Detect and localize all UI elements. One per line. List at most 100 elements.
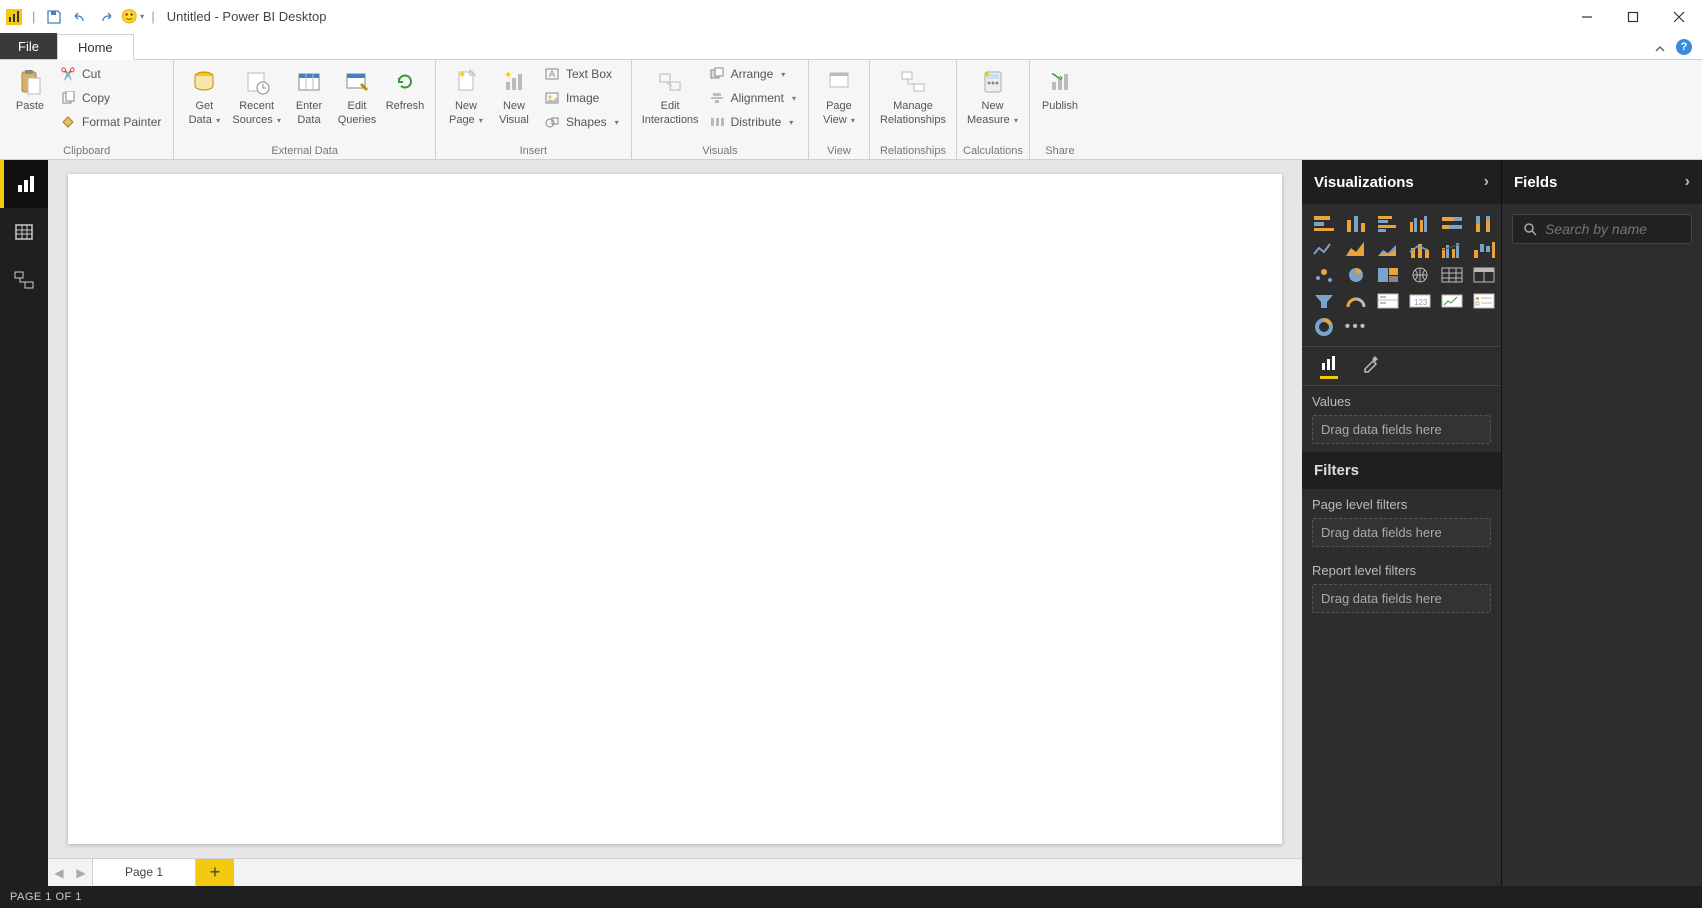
alignment-button[interactable]: Alignment▾ bbox=[703, 86, 802, 110]
ribbon-group-label: Visuals bbox=[638, 143, 802, 159]
viz-donut-icon[interactable] bbox=[1310, 316, 1338, 338]
cut-button[interactable]: ✂️Cut bbox=[54, 62, 167, 86]
paste-button[interactable]: Paste bbox=[6, 62, 54, 118]
model-view-button[interactable] bbox=[0, 256, 48, 304]
viz-gauge-icon[interactable] bbox=[1342, 290, 1370, 312]
maximize-button[interactable] bbox=[1610, 0, 1656, 34]
fields-search[interactable] bbox=[1512, 214, 1692, 244]
viz-slicer-icon[interactable] bbox=[1470, 290, 1498, 312]
redo-button[interactable] bbox=[95, 6, 117, 28]
viz-waterfall-icon[interactable] bbox=[1470, 238, 1498, 260]
viz-card-icon[interactable]: 123 bbox=[1406, 290, 1434, 312]
text-box-button[interactable]: AText Box bbox=[538, 62, 625, 86]
ribbon-group-label: View bbox=[815, 143, 863, 159]
fields-header: Fields bbox=[1514, 174, 1557, 191]
viz-line-clustered-column-icon[interactable] bbox=[1438, 238, 1466, 260]
viz-table-icon[interactable] bbox=[1470, 264, 1498, 286]
arrange-button[interactable]: Arrange▾ bbox=[703, 62, 802, 86]
help-button[interactable]: ? bbox=[1676, 39, 1692, 55]
edit-queries-button[interactable]: Edit Queries bbox=[333, 62, 381, 132]
ribbon-tabs: File Home ? bbox=[0, 34, 1702, 60]
svg-text:✦: ✦ bbox=[504, 70, 512, 81]
viz-100-stacked-bar-icon[interactable] bbox=[1438, 212, 1466, 234]
page-filters-label: Page level filters bbox=[1312, 497, 1491, 512]
status-bar: PAGE 1 OF 1 bbox=[0, 886, 1702, 908]
distribute-button[interactable]: Distribute▾ bbox=[703, 110, 802, 134]
viz-line-column-icon[interactable] bbox=[1406, 238, 1434, 260]
format-painter-label: Format Painter bbox=[82, 115, 161, 129]
viz-scatter-icon[interactable] bbox=[1310, 264, 1338, 286]
viz-stacked-bar-icon[interactable] bbox=[1310, 212, 1338, 234]
visualizations-header: Visualizations bbox=[1314, 174, 1414, 191]
viz-stacked-column-icon[interactable] bbox=[1342, 212, 1370, 234]
viz-pie-icon[interactable] bbox=[1342, 264, 1370, 286]
edit-interactions-button[interactable]: Edit Interactions bbox=[638, 62, 703, 132]
viz-map-icon[interactable] bbox=[1406, 264, 1434, 286]
viz-treemap-icon[interactable] bbox=[1374, 264, 1402, 286]
viz-clustered-bar-icon[interactable] bbox=[1374, 212, 1402, 234]
save-button[interactable] bbox=[43, 6, 65, 28]
visualizations-pane: Visualizations › bbox=[1302, 160, 1502, 886]
fields-well-tab[interactable] bbox=[1320, 354, 1338, 379]
new-page-button[interactable]: ✦New Page ▾ bbox=[442, 62, 490, 132]
get-data-button[interactable]: Get Data ▾ bbox=[180, 62, 228, 132]
viz-kpi-icon[interactable] bbox=[1438, 290, 1466, 312]
ribbon-group-calculations: ✦New Measure ▾ Calculations bbox=[957, 60, 1030, 159]
report-filters-dropzone[interactable]: Drag data fields here bbox=[1312, 584, 1491, 613]
viz-area-icon[interactable] bbox=[1342, 238, 1370, 260]
copy-button[interactable]: Copy bbox=[54, 86, 167, 110]
collapse-ribbon-button[interactable] bbox=[1654, 43, 1666, 55]
page-view-button[interactable]: Page View ▾ bbox=[815, 62, 863, 132]
viz-clustered-column-icon[interactable] bbox=[1406, 212, 1434, 234]
viz-multi-card-icon[interactable] bbox=[1374, 290, 1402, 312]
alignment-label: Alignment bbox=[731, 91, 784, 105]
manage-relationships-button[interactable]: Manage Relationships bbox=[876, 62, 950, 132]
viz-stacked-area-icon[interactable] bbox=[1374, 238, 1402, 260]
values-dropzone[interactable]: Drag data fields here bbox=[1312, 415, 1491, 444]
feedback-button[interactable]: 🙂▾ bbox=[121, 6, 143, 28]
minimize-button[interactable] bbox=[1564, 0, 1610, 34]
new-measure-button[interactable]: ✦New Measure ▾ bbox=[963, 62, 1022, 132]
viz-funnel-icon[interactable] bbox=[1310, 290, 1338, 312]
report-view-button[interactable] bbox=[0, 160, 48, 208]
publish-button[interactable]: Publish bbox=[1036, 62, 1084, 118]
page-tab-1[interactable]: Page 1 bbox=[92, 858, 196, 885]
collapse-visualizations-button[interactable]: › bbox=[1484, 173, 1489, 191]
enter-data-button[interactable]: Enter Data bbox=[285, 62, 333, 132]
add-page-button[interactable]: + bbox=[196, 859, 234, 886]
collapse-fields-button[interactable]: › bbox=[1685, 173, 1690, 191]
tab-file[interactable]: File bbox=[0, 33, 57, 59]
shapes-button[interactable]: Shapes▾ bbox=[538, 110, 625, 134]
values-well-label: Values bbox=[1312, 394, 1491, 409]
format-painter-button[interactable]: Format Painter bbox=[54, 110, 167, 134]
tab-home[interactable]: Home bbox=[57, 34, 134, 60]
report-canvas[interactable] bbox=[68, 174, 1282, 844]
ribbon-group-label: Relationships bbox=[876, 143, 950, 159]
page-tabs: ◀ ▶ Page 1 + bbox=[48, 858, 1302, 886]
refresh-button[interactable]: Refresh bbox=[381, 62, 429, 118]
fields-search-input[interactable] bbox=[1545, 221, 1702, 237]
page-next-button[interactable]: ▶ bbox=[70, 859, 92, 886]
page-filters-dropzone[interactable]: Drag data fields here bbox=[1312, 518, 1491, 547]
viz-more-icon[interactable]: ••• bbox=[1342, 316, 1370, 338]
ribbon: Paste ✂️Cut Copy Format Painter Clipboar… bbox=[0, 60, 1702, 160]
close-button[interactable] bbox=[1656, 0, 1702, 34]
qat-separator: | bbox=[32, 9, 35, 24]
viz-100-stacked-column-icon[interactable] bbox=[1470, 212, 1498, 234]
data-view-button[interactable] bbox=[0, 208, 48, 256]
undo-button[interactable] bbox=[69, 6, 91, 28]
ribbon-group-clipboard: Paste ✂️Cut Copy Format Painter Clipboar… bbox=[0, 60, 174, 159]
format-well-tab[interactable] bbox=[1362, 355, 1380, 377]
ribbon-group-label: Calculations bbox=[963, 143, 1023, 159]
ribbon-group-label: External Data bbox=[180, 143, 429, 159]
image-button[interactable]: Image bbox=[538, 86, 625, 110]
copy-label: Copy bbox=[82, 91, 110, 105]
new-visual-button[interactable]: ✦New Visual bbox=[490, 62, 538, 132]
viz-filled-map-icon[interactable] bbox=[1438, 264, 1466, 286]
page-prev-button[interactable]: ◀ bbox=[48, 859, 70, 886]
viz-line-icon[interactable] bbox=[1310, 238, 1338, 260]
image-label: Image bbox=[566, 91, 599, 105]
recent-sources-button[interactable]: Recent Sources ▾ bbox=[228, 62, 285, 132]
ribbon-group-insert: ✦New Page ▾ ✦New Visual AText Box Image … bbox=[436, 60, 632, 159]
ribbon-group-visuals: Edit Interactions Arrange▾ Alignment▾ Di… bbox=[632, 60, 809, 159]
